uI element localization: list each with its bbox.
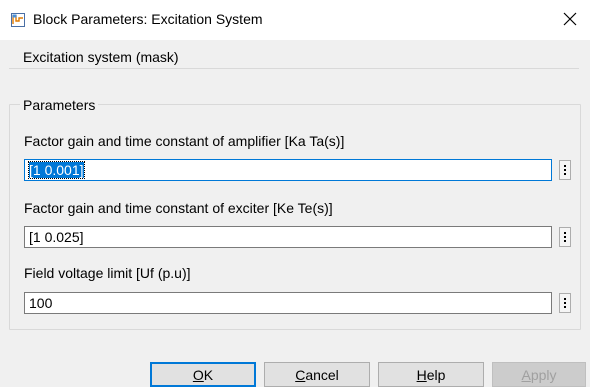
cancel-button-label: ancel bbox=[305, 366, 339, 383]
close-button[interactable] bbox=[550, 0, 590, 40]
field-voltage-limit-value: 100 bbox=[29, 295, 53, 311]
field-voltage-limit-label: Field voltage limit [Uf (p.u)] bbox=[24, 265, 191, 281]
amplifier-param-label: Factor gain and time constant of amplifi… bbox=[24, 133, 345, 149]
exciter-param-value: [1 0.025] bbox=[29, 229, 84, 245]
amplifier-param-more-button[interactable] bbox=[559, 160, 571, 180]
description-legend: Excitation system (mask) bbox=[20, 49, 182, 65]
vertical-ellipsis-icon bbox=[564, 165, 566, 175]
apply-button-mnemonic: A bbox=[521, 366, 531, 383]
apply-button-label: pply bbox=[530, 366, 557, 383]
apply-button[interactable]: Apply bbox=[492, 362, 586, 387]
ok-button-mnemonic: O bbox=[192, 366, 204, 383]
exciter-param-input[interactable]: [1 0.025] bbox=[24, 226, 552, 248]
field-voltage-limit-input[interactable]: 100 bbox=[24, 292, 552, 314]
amplifier-param-input[interactable]: [1 0.001] bbox=[24, 159, 552, 181]
amplifier-param-value: [1 0.001] bbox=[28, 161, 85, 179]
close-icon bbox=[563, 12, 577, 29]
field-voltage-limit-more-button[interactable] bbox=[559, 293, 571, 313]
help-button[interactable]: Help bbox=[378, 362, 484, 387]
description-group-line bbox=[9, 68, 579, 69]
cancel-button[interactable]: Cancel bbox=[264, 362, 370, 387]
exciter-param-more-button[interactable] bbox=[559, 227, 571, 247]
ok-button[interactable]: OK bbox=[150, 362, 256, 387]
cancel-button-mnemonic: C bbox=[295, 366, 306, 383]
vertical-ellipsis-icon bbox=[564, 232, 566, 242]
parameters-legend: Parameters bbox=[20, 97, 99, 113]
ok-button-label: K bbox=[203, 366, 214, 383]
simulink-block-icon bbox=[11, 13, 25, 27]
title-bar: Block Parameters: Excitation System bbox=[0, 0, 590, 40]
window-title: Block Parameters: Excitation System bbox=[33, 11, 263, 27]
help-button-label: elp bbox=[426, 366, 446, 383]
vertical-ellipsis-icon bbox=[564, 298, 566, 308]
help-button-mnemonic: H bbox=[416, 366, 427, 383]
exciter-param-label: Factor gain and time constant of exciter… bbox=[24, 200, 333, 216]
